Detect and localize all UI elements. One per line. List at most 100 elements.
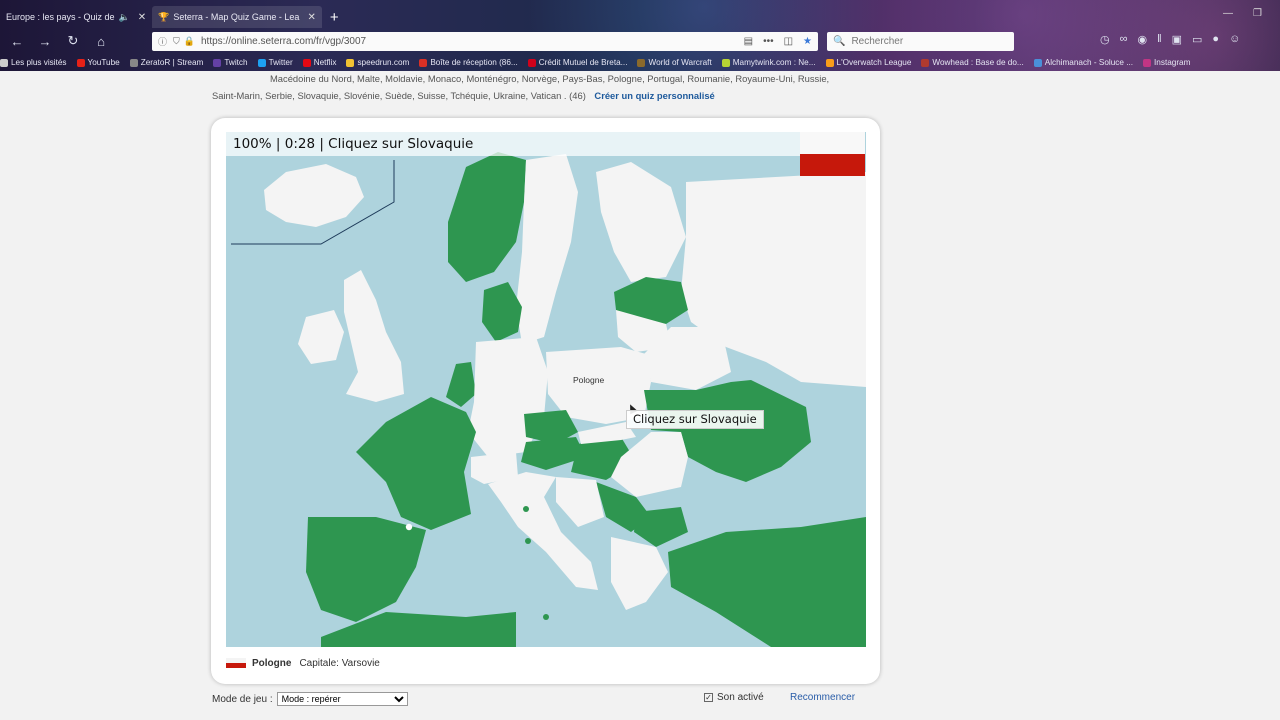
- sound-toggle[interactable]: ✓ Son activé: [704, 692, 764, 703]
- reader-icon[interactable]: ▤: [744, 36, 753, 47]
- bookmark-item[interactable]: Alchimanach - Soluce ...: [1033, 58, 1133, 67]
- mute-icon[interactable]: 🔈: [119, 12, 130, 23]
- bookmark-favicon-icon: [721, 58, 730, 67]
- search-field[interactable]: 🔍 Rechercher: [827, 32, 1014, 51]
- game-controls: Mode de jeu : Mode : repérer ✓ Son activ…: [212, 692, 872, 708]
- city-marker[interactable]: [525, 538, 531, 544]
- bookmark-favicon-icon: [346, 58, 355, 67]
- country-spain[interactable]: [306, 517, 426, 622]
- city-marker[interactable]: [523, 506, 529, 512]
- close-icon[interactable]: ✕: [307, 12, 315, 23]
- city-marker[interactable]: [405, 523, 413, 531]
- sound-label: Son activé: [717, 692, 764, 703]
- bookmark-favicon-icon: [129, 58, 138, 67]
- url-text[interactable]: https://online.seterra.com/fr/vgp/3007: [201, 36, 366, 47]
- country-list: Macédoine du Nord, Malte, Moldavie, Mona…: [212, 70, 862, 104]
- country-iceland[interactable]: [264, 164, 364, 227]
- country-list-line: Macédoine du Nord, Malte, Moldavie, Mona…: [270, 73, 830, 84]
- country-france[interactable]: [356, 397, 476, 530]
- country-greece[interactable]: [611, 537, 668, 610]
- home-icon[interactable]: ⌂: [90, 34, 112, 49]
- country-netherlands[interactable]: [446, 362, 476, 407]
- library-icon[interactable]: ‖: [1157, 33, 1162, 46]
- bookmark-item[interactable]: Twitch: [213, 58, 248, 67]
- bookmark-favicon-icon: [825, 58, 834, 67]
- restart-link[interactable]: Recommencer: [790, 692, 855, 703]
- info-icon[interactable]: ⓘ: [158, 35, 167, 48]
- bookmark-item[interactable]: speedrun.com: [346, 58, 409, 67]
- bookmark-star-icon[interactable]: ★: [803, 36, 812, 47]
- bookmark-label: Netflix: [313, 58, 337, 67]
- addon-icon[interactable]: ●: [1212, 33, 1219, 46]
- glasses-icon[interactable]: ∞: [1120, 33, 1128, 46]
- clock-icon[interactable]: ◷: [1100, 33, 1110, 46]
- forward-icon[interactable]: →: [34, 34, 56, 49]
- bookmark-item[interactable]: Les plus visités: [0, 58, 67, 67]
- country-finland[interactable]: [596, 162, 686, 282]
- country-croatia[interactable]: [556, 477, 604, 527]
- bookmark-label: Les plus visités: [11, 58, 67, 67]
- tab-bar: Europe : les pays - Quiz de 🔈 ✕ 🏆 Seterr…: [0, 6, 339, 28]
- address-bar[interactable]: ⓘ ⛉ 🔒 https://online.seterra.com/fr/vgp/…: [152, 32, 818, 51]
- search-icon: 🔍: [833, 36, 846, 47]
- country-uk[interactable]: [344, 270, 404, 402]
- reload-icon[interactable]: ↻: [62, 33, 84, 49]
- country-norway[interactable]: [448, 152, 526, 282]
- bookmark-label: YouTube: [87, 58, 120, 67]
- country-sweden[interactable]: [516, 154, 578, 344]
- more-icon[interactable]: •••: [763, 36, 774, 47]
- europe-map[interactable]: [226, 132, 866, 647]
- country-bulgaria[interactable]: [634, 507, 688, 547]
- bookmark-item[interactable]: Wowhead : Base de do...: [921, 58, 1024, 67]
- target-flag: [800, 132, 865, 176]
- country-denmark[interactable]: [482, 282, 522, 342]
- tab-label: Europe : les pays - Quiz de: [6, 12, 115, 22]
- bookmark-item[interactable]: Boîte de réception (86...: [419, 58, 518, 67]
- game-mode-select[interactable]: Mode : repérer: [276, 692, 408, 706]
- extension-icon[interactable]: ◉: [1137, 33, 1147, 46]
- flag-red-stripe: [800, 154, 865, 176]
- bookmark-item[interactable]: L'Overwatch League: [825, 58, 912, 67]
- bookmark-item[interactable]: Mamytwink.com : Ne...: [721, 58, 816, 67]
- country-turkey[interactable]: [668, 517, 866, 647]
- bookmark-item[interactable]: Crédit Mutuel de Breta...: [527, 58, 627, 67]
- bookmark-label: L'Overwatch League: [836, 58, 912, 67]
- flag-white-stripe: [800, 132, 865, 154]
- sync-icon[interactable]: ▭: [1192, 33, 1202, 46]
- bookmark-item[interactable]: YouTube: [76, 58, 120, 67]
- bookmark-favicon-icon: [1143, 58, 1152, 67]
- country-info: Pologne Capitale: Varsovie: [226, 656, 380, 670]
- back-icon[interactable]: ←: [6, 34, 28, 49]
- close-icon[interactable]: ✕: [138, 12, 146, 23]
- bookmark-item[interactable]: Netflix: [302, 58, 337, 67]
- window-controls: — ❐: [1223, 8, 1262, 19]
- custom-quiz-link[interactable]: Créer un quiz personnalisé: [594, 90, 714, 101]
- country-ireland[interactable]: [298, 310, 344, 364]
- bookmark-item[interactable]: ZeratoR | Stream: [129, 58, 203, 67]
- tab-seterra[interactable]: 🏆 Seterra - Map Quiz Game - Lea ✕: [152, 6, 322, 28]
- account-icon[interactable]: ☺: [1229, 33, 1240, 46]
- search-placeholder: Rechercher: [851, 36, 904, 47]
- bookmark-item[interactable]: Twitter: [257, 58, 293, 67]
- bookmark-item[interactable]: Instagram: [1143, 58, 1190, 67]
- bookmark-item[interactable]: World of Warcraft: [637, 58, 712, 67]
- bookmark-label: Wowhead : Base de do...: [932, 58, 1024, 67]
- bookmark-label: speedrun.com: [357, 58, 410, 67]
- pocket-icon[interactable]: ◫: [784, 36, 793, 47]
- maximize-icon[interactable]: ❐: [1253, 8, 1262, 19]
- tab-europe-quiz[interactable]: Europe : les pays - Quiz de 🔈 ✕: [0, 6, 152, 28]
- sound-checkbox[interactable]: ✓: [704, 693, 713, 702]
- bookmark-favicon-icon: [0, 58, 8, 67]
- game-mode: Mode de jeu : Mode : repérer: [212, 692, 408, 706]
- trophy-icon: 🏆: [158, 11, 170, 22]
- new-tab-button[interactable]: +: [330, 9, 339, 26]
- twitch-ext-icon[interactable]: ▣: [1172, 33, 1182, 46]
- bookmark-favicon-icon: [921, 58, 930, 67]
- map-svg[interactable]: [226, 132, 866, 647]
- nav-bar: ← → ↻ ⌂ ⓘ ⛉ 🔒 https://online.seterra.com…: [0, 30, 1280, 52]
- minimize-icon[interactable]: —: [1223, 8, 1233, 19]
- shield-icon[interactable]: ⛉: [173, 36, 180, 47]
- city-marker[interactable]: [543, 614, 549, 620]
- bookmark-label: Mamytwink.com : Ne...: [732, 58, 816, 67]
- toolbar-icons: ◷ ∞ ◉ ‖ ▣ ▭ ● ☺: [1100, 33, 1240, 46]
